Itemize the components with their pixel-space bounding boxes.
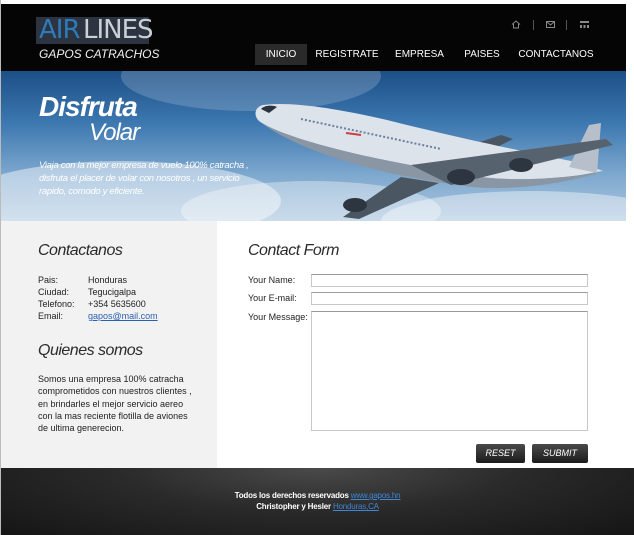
message-label: Your Message:	[248, 312, 308, 322]
footer-rights-line: Todos los derechos reservados www.gapos.…	[1, 491, 634, 500]
about-heading: Quienes somos	[38, 342, 143, 359]
nav-empresa[interactable]: EMPRESA	[393, 44, 446, 65]
banner-subtitle: Volar	[89, 119, 140, 146]
email-link[interactable]: gapos@mail.com	[88, 311, 158, 321]
page: AIR LINES GAPOS CATRACHOS INICIO REGISTR…	[0, 0, 634, 535]
footer-site-link[interactable]: www.gapos.hn	[351, 491, 401, 500]
footer-rights-text: Todos los derechos reservados	[234, 491, 349, 500]
mail-icon[interactable]	[544, 20, 556, 30]
email-label: Email:	[38, 311, 64, 321]
reset-button[interactable]: RESET	[476, 444, 525, 463]
city-label: Ciudad:	[38, 287, 70, 297]
footer-authors-line: Christopher y Hesler Honduras,CA	[1, 502, 634, 511]
footer-place-link[interactable]: Honduras,CA	[333, 502, 379, 511]
nav-contactanos[interactable]: CONTACTANOS	[517, 44, 595, 65]
nav-registrate[interactable]: REGISTRATE	[315, 44, 379, 65]
country-label: Pais:	[38, 275, 59, 285]
nav-inicio[interactable]: INICIO	[255, 44, 307, 65]
contact-heading: Contactanos	[38, 242, 123, 259]
about-text: Somos una empresa 100% catracha comprome…	[38, 374, 192, 434]
name-label: Your Name:	[248, 275, 296, 285]
email-input[interactable]	[311, 292, 588, 305]
home-icon[interactable]	[510, 20, 522, 30]
logo-air-text[interactable]: AIR	[39, 15, 81, 45]
site-footer: Todos los derechos reservados www.gapos.…	[1, 468, 634, 535]
phone-label: Telefono:	[38, 299, 75, 309]
airplane-image	[255, 103, 613, 219]
contact-form-heading: Contact Form	[248, 242, 339, 259]
logo-subtitle: GAPOS CATRACHOS	[39, 47, 160, 61]
footer-authors-text: Christopher y Hesler	[256, 502, 331, 511]
header-icon-divider	[533, 20, 534, 30]
hero-banner: Disfruta Volar Viaja con la mejor empres…	[1, 71, 626, 221]
logo-lines-text[interactable]: LINES	[83, 15, 154, 45]
nav-paises[interactable]: PAISES	[462, 44, 502, 65]
banner-description: Viaja con la mejor empresa de vuelo 100%…	[39, 160, 249, 197]
email-label-form: Your E-mail:	[248, 293, 297, 303]
message-textarea[interactable]	[311, 311, 588, 431]
city-value: Tegucigalpa	[88, 287, 137, 297]
header-icon-divider	[566, 20, 567, 30]
country-value: Honduras	[88, 275, 128, 285]
site-header: AIR LINES GAPOS CATRACHOS INICIO REGISTR…	[1, 4, 626, 71]
name-input[interactable]	[311, 274, 588, 287]
sitemap-icon[interactable]	[578, 20, 590, 30]
phone-value: +354 5635600	[88, 299, 146, 309]
submit-button[interactable]: SUBMIT	[532, 444, 588, 463]
